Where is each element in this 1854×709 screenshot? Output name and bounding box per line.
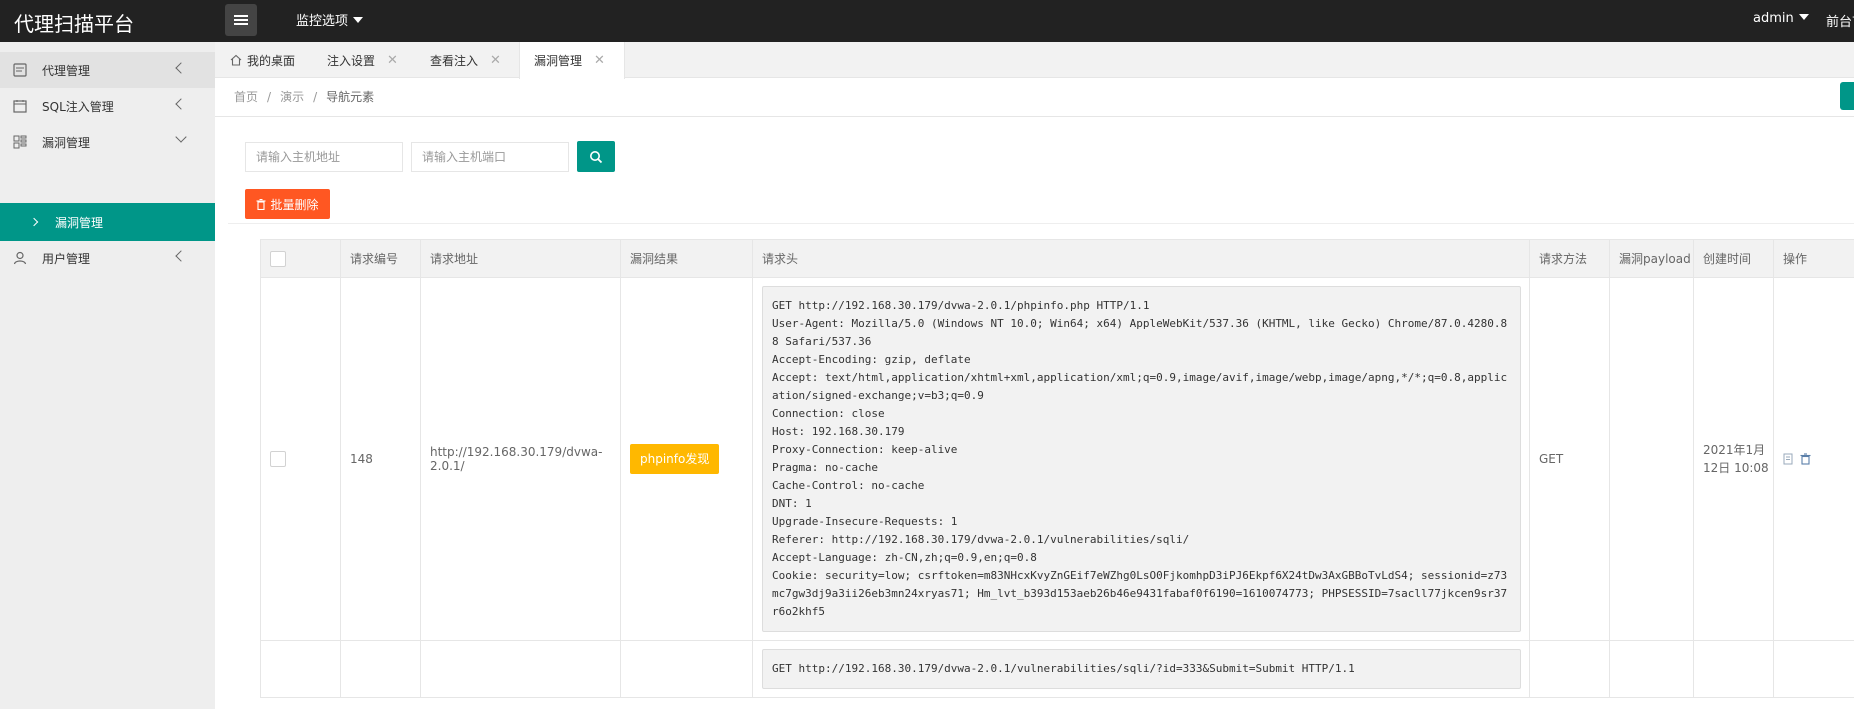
- caret-down-icon: [1798, 14, 1809, 20]
- sidebar-item-vuln[interactable]: 漏洞管理: [0, 124, 215, 160]
- column-header: 请求头: [752, 239, 1530, 278]
- app-title: 代理扫描平台: [14, 12, 134, 36]
- sidebar-item-proxy[interactable]: 代理管理: [0, 52, 215, 88]
- sidebar: 代理管理 SQL注入管理 漏洞管理 漏洞管理 用户管理: [0, 42, 215, 709]
- user-icon: [12, 250, 28, 266]
- tab-bar: 我的桌面 注入设置 ✕ 查看注入 ✕ 漏洞管理 ✕: [215, 42, 1854, 79]
- column-header: 请求编号: [340, 239, 421, 278]
- divider: [228, 223, 1854, 224]
- column-header-select: [260, 239, 341, 278]
- chevron-left-icon: [175, 98, 187, 110]
- menu-toggle-button[interactable]: [225, 4, 257, 36]
- close-icon[interactable]: ✕: [490, 53, 501, 68]
- search-icon: [590, 150, 603, 163]
- vuln-result-badge: phpinfo发现: [630, 444, 720, 474]
- row-select-cell: [260, 640, 341, 698]
- request-method: GET: [1529, 277, 1610, 641]
- chevron-left-icon: [175, 250, 187, 262]
- tab-injection-settings[interactable]: 注入设置 ✕: [327, 42, 417, 78]
- proxy-icon: [12, 62, 28, 78]
- hamburger-icon: [234, 15, 248, 25]
- batch-delete-label: 批量删除: [270, 197, 319, 212]
- breadcrumb-demo[interactable]: 演示: [280, 90, 304, 104]
- front-page-link[interactable]: 前台首页: [1826, 11, 1854, 30]
- table-header-row: 请求编号 请求地址 漏洞结果 请求头 请求方法 漏洞payload 创建时间 操…: [260, 239, 1854, 278]
- refresh-button[interactable]: [1840, 82, 1854, 110]
- request-id: [340, 640, 421, 698]
- created-time: 2021年1月12日 10:08: [1693, 277, 1774, 641]
- request-id: 148: [340, 277, 421, 641]
- top-bar: 代理扫描平台 监控选项 admin 前台首页: [0, 0, 1854, 42]
- tab-label: 注入设置: [327, 53, 376, 68]
- search-button[interactable]: [577, 141, 615, 172]
- host-search-input[interactable]: [245, 142, 403, 172]
- column-header: 漏洞结果: [620, 239, 753, 278]
- request-method: [1529, 640, 1610, 698]
- chevron-right-icon: [29, 217, 39, 227]
- tab-my-desktop[interactable]: 我的桌面: [230, 42, 310, 78]
- sidebar-item-label: SQL注入管理: [42, 99, 114, 114]
- request-headers-cell: GET http://192.168.30.179/dvwa-2.0.1/php…: [752, 277, 1530, 641]
- tab-label: 我的桌面: [247, 53, 296, 68]
- table-row: GET http://192.168.30.179/dvwa-2.0.1/vul…: [260, 640, 1854, 698]
- sidebar-item-label: 代理管理: [42, 63, 91, 78]
- request-headers: GET http://192.168.30.179/dvwa-2.0.1/php…: [762, 286, 1521, 632]
- table-row: 148 http://192.168.30.179/dvwa-2.0.1/ ph…: [260, 277, 1854, 641]
- vuln-result-cell: phpinfo发现: [620, 277, 753, 641]
- user-menu[interactable]: admin: [1753, 11, 1809, 26]
- request-headers-cell: GET http://192.168.30.179/dvwa-2.0.1/vul…: [752, 640, 1530, 698]
- sidebar-subitem-vuln-management[interactable]: 漏洞管理: [0, 203, 215, 241]
- chevron-down-icon: [175, 131, 187, 143]
- column-header: 请求地址: [420, 239, 621, 278]
- column-header: 漏洞payload: [1609, 239, 1694, 278]
- tab-label: 漏洞管理: [534, 54, 583, 68]
- column-header: 创建时间: [1693, 239, 1774, 278]
- divider: [215, 116, 1854, 117]
- chevron-left-icon: [175, 62, 187, 74]
- request-url: http://192.168.30.179/dvwa-2.0.1/: [420, 277, 621, 641]
- tab-view-injection[interactable]: 查看注入 ✕: [430, 42, 520, 78]
- tab-vuln-management[interactable]: 漏洞管理 ✕: [519, 42, 625, 79]
- request-headers: GET http://192.168.30.179/dvwa-2.0.1/vul…: [762, 649, 1521, 689]
- tab-label: 查看注入: [430, 53, 479, 68]
- vuln-payload: [1609, 277, 1694, 641]
- home-icon: [230, 54, 242, 66]
- vuln-result-cell: [620, 640, 753, 698]
- vuln-table: 请求编号 请求地址 漏洞结果 请求头 请求方法 漏洞payload 创建时间 操…: [260, 239, 1854, 698]
- close-icon[interactable]: ✕: [594, 53, 605, 68]
- grid-icon: [12, 134, 28, 150]
- sidebar-item-sql-injection[interactable]: SQL注入管理: [0, 88, 215, 124]
- sidebar-item-label: 漏洞管理: [42, 135, 91, 150]
- trash-icon: [256, 198, 266, 210]
- monitor-options-dropdown[interactable]: 监控选项: [296, 10, 364, 29]
- breadcrumb-current: 导航元素: [326, 90, 375, 104]
- monitor-options-label: 监控选项: [296, 14, 349, 29]
- created-time: [1693, 640, 1774, 698]
- close-icon[interactable]: ✕: [387, 53, 398, 68]
- caret-down-icon: [353, 17, 364, 23]
- edit-icon[interactable]: [1783, 453, 1794, 465]
- breadcrumb-home[interactable]: 首页: [234, 90, 258, 104]
- breadcrumb: 首页 / 演示 / 导航元素: [234, 90, 375, 104]
- sidebar-item-label: 用户管理: [42, 251, 91, 266]
- row-actions: [1773, 277, 1854, 641]
- port-search-input[interactable]: [411, 142, 569, 172]
- row-select-cell: [260, 277, 341, 641]
- sidebar-subitem-label: 漏洞管理: [55, 215, 104, 230]
- user-name: admin: [1753, 11, 1794, 26]
- column-header: 操作: [1773, 239, 1854, 278]
- select-all-checkbox[interactable]: [270, 250, 286, 267]
- row-actions: [1773, 640, 1854, 698]
- vuln-payload: [1609, 640, 1694, 698]
- calendar-icon: [12, 98, 28, 114]
- column-header: 请求方法: [1529, 239, 1610, 278]
- batch-delete-button[interactable]: 批量删除: [245, 189, 330, 219]
- trash-icon[interactable]: [1800, 453, 1811, 465]
- sidebar-item-users[interactable]: 用户管理: [0, 240, 215, 276]
- row-checkbox[interactable]: [270, 451, 286, 467]
- request-url: [420, 640, 621, 698]
